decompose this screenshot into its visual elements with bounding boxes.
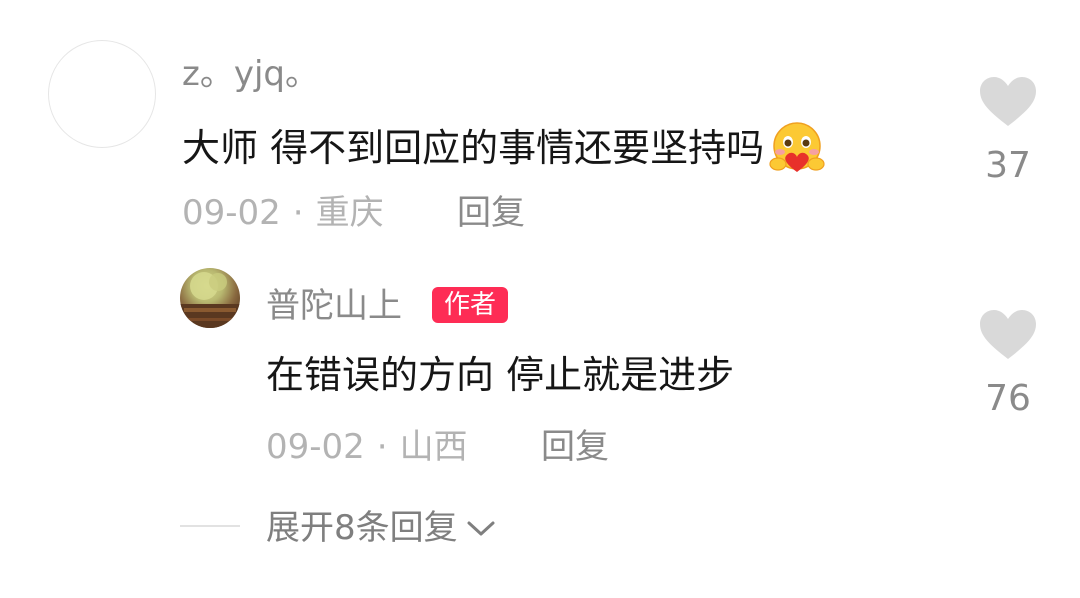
reply-like-heart-icon[interactable] bbox=[978, 309, 1038, 361]
comment-like-heart-icon[interactable] bbox=[978, 76, 1038, 128]
comment-text: 大师 得不到回应的事情还要坚持吗 bbox=[182, 126, 765, 170]
reply-like-count: 76 bbox=[985, 378, 1031, 419]
reply-username[interactable]: 普陀山上 bbox=[266, 286, 402, 326]
meta-separator: · bbox=[376, 427, 388, 467]
expand-replies-button[interactable]: 展开8条回复 bbox=[266, 508, 496, 548]
meta-separator: · bbox=[292, 193, 304, 233]
comment-like-count: 37 bbox=[985, 145, 1031, 186]
comment-body: 大师 得不到回应的事情还要坚持吗 bbox=[182, 120, 826, 176]
commenter-username[interactable]: z。yjq。 bbox=[182, 54, 319, 94]
commenter-avatar[interactable] bbox=[48, 40, 156, 148]
reply-avatar[interactable] bbox=[180, 268, 240, 328]
expand-divider bbox=[180, 525, 240, 527]
chevron-down-icon bbox=[467, 521, 495, 536]
comment-meta: 09-02 · 重庆 bbox=[182, 193, 384, 233]
reply-date: 09-02 bbox=[266, 427, 365, 467]
hugging-face-emoji-icon bbox=[769, 122, 825, 172]
expand-replies-label: 展开8条回复 bbox=[266, 508, 458, 548]
comment-reply-button[interactable]: 回复 bbox=[457, 193, 525, 233]
author-badge: 作者 bbox=[432, 287, 509, 323]
avatar-image bbox=[180, 272, 240, 328]
reply-reply-button[interactable]: 回复 bbox=[541, 427, 609, 467]
reply-text: 在错误的方向 停止就是进步 bbox=[266, 353, 735, 397]
reply-location: 山西 bbox=[399, 427, 468, 467]
comment-date: 09-02 bbox=[182, 193, 281, 233]
reply-meta: 09-02 · 山西 bbox=[266, 427, 468, 467]
comment-location: 重庆 bbox=[315, 193, 384, 233]
